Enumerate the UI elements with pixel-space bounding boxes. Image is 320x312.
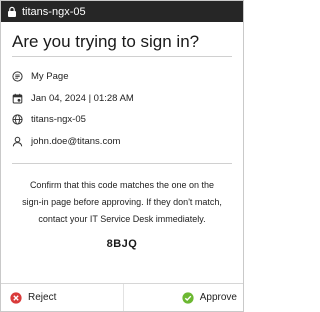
verification-message: Confirm that this code matches the one o… <box>22 180 222 224</box>
detail-user: john.doe@titans.com <box>1 131 243 153</box>
detail-host-text: titans-ngx-05 <box>31 114 86 126</box>
approve-icon <box>182 291 194 304</box>
app-icon <box>12 71 23 82</box>
lock-icon <box>6 6 18 18</box>
detail-app: My Page <box>1 66 243 88</box>
sign-in-details: My Page Jan 04, 2024 | 01:28 AM titans-n… <box>1 57 243 152</box>
window-title: titans-ngx-05 <box>22 5 86 18</box>
detail-user-text: john.doe@titans.com <box>31 135 121 147</box>
title-bar: titans-ngx-05 <box>1 1 243 22</box>
approve-button[interactable]: Approve <box>124 284 243 311</box>
detail-datetime-text: Jan 04, 2024 | 01:28 AM <box>31 92 134 104</box>
reject-label: Reject <box>28 292 57 303</box>
user-icon <box>12 136 23 147</box>
divider <box>12 163 232 164</box>
calendar-icon <box>12 93 23 104</box>
detail-app-text: My Page <box>31 71 69 83</box>
page-title: Are you trying to sign in? <box>12 32 200 51</box>
action-bar: Reject Approve <box>1 283 243 311</box>
verification-code: 8BJQ <box>106 238 138 250</box>
sign-in-prompt-window: titans-ngx-05 Are you trying to sign in?… <box>0 0 244 312</box>
reject-button[interactable]: Reject <box>1 284 124 311</box>
globe-icon <box>12 114 23 125</box>
detail-datetime: Jan 04, 2024 | 01:28 AM <box>1 88 243 110</box>
detail-host: titans-ngx-05 <box>1 109 243 131</box>
approve-label: Approve <box>199 292 237 303</box>
reject-icon <box>10 291 22 304</box>
